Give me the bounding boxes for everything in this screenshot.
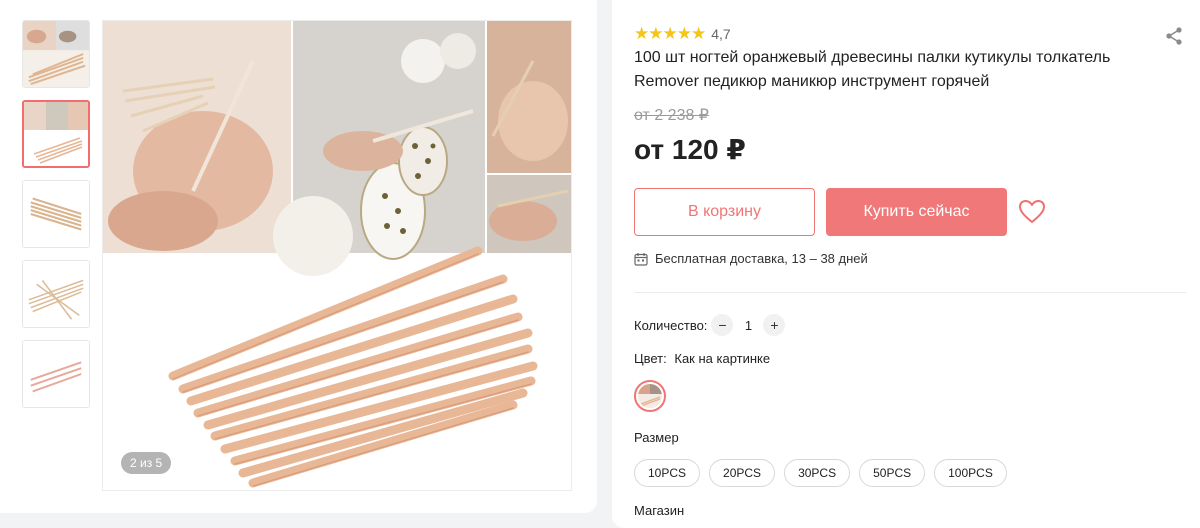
product-rating[interactable]: ★★★★★ 4,7 bbox=[634, 24, 731, 44]
color-label: Цвет: bbox=[634, 351, 667, 366]
thumbnail-2[interactable] bbox=[22, 100, 90, 168]
quantity-decrease-button[interactable]: − bbox=[711, 314, 734, 336]
size-option-50pcs[interactable]: 50PCS bbox=[859, 459, 926, 487]
product-gallery: 2 из 5 bbox=[0, 0, 597, 513]
product-title: 100 шт ногтей оранжевый древесины палки … bbox=[634, 49, 1111, 90]
thumbnail-4[interactable] bbox=[22, 260, 90, 328]
buy-now-button[interactable]: Купить сейчас bbox=[826, 188, 1007, 236]
divider bbox=[634, 292, 1186, 293]
heart-icon[interactable] bbox=[1018, 199, 1046, 225]
size-option-30pcs[interactable]: 30PCS bbox=[784, 459, 851, 487]
delivery-text: Бесплатная доставка, 13 – 38 дней bbox=[655, 251, 868, 266]
color-value: Как на картинке bbox=[674, 351, 771, 366]
add-to-cart-button[interactable]: В корзину bbox=[634, 188, 815, 236]
thumbnail-list bbox=[22, 20, 92, 420]
quantity-label: Количество: bbox=[634, 317, 708, 333]
size-option-10pcs[interactable]: 10PCS bbox=[634, 459, 701, 487]
thumbnail-3[interactable] bbox=[22, 180, 90, 248]
share-icon[interactable] bbox=[1164, 26, 1184, 46]
quantity-stepper: Количество: − 1 + bbox=[634, 314, 786, 336]
old-price: от 2 238 ₽ bbox=[634, 107, 709, 124]
current-price: от 120 ₽ bbox=[634, 134, 746, 165]
size-option-20pcs[interactable]: 20PCS bbox=[709, 459, 776, 487]
image-counter: 2 из 5 bbox=[121, 452, 172, 474]
rating-stars-icon: ★★★★★ bbox=[634, 24, 706, 43]
color-selector: Цвет: Как на картинке bbox=[634, 351, 770, 366]
thumbnail-5[interactable] bbox=[22, 340, 90, 408]
quantity-value[interactable]: 1 bbox=[733, 318, 763, 333]
color-swatch[interactable] bbox=[634, 380, 666, 412]
thumbnail-1[interactable] bbox=[22, 20, 90, 88]
rating-value: 4,7 bbox=[711, 26, 731, 42]
size-label: Размер bbox=[634, 430, 679, 445]
shop-label: Магазин bbox=[634, 503, 685, 518]
calendar-icon bbox=[634, 252, 648, 266]
size-option-100pcs[interactable]: 100PCS bbox=[934, 459, 1007, 487]
delivery-info: Бесплатная доставка, 13 – 38 дней bbox=[634, 251, 868, 266]
quantity-increase-button[interactable]: + bbox=[763, 314, 786, 336]
size-options: 10PCS 20PCS 30PCS 50PCS 100PCS bbox=[634, 459, 1016, 487]
main-product-image[interactable]: 2 из 5 bbox=[102, 20, 572, 491]
product-info-panel: ★★★★★ 4,7 100 шт ногтей оранжевый древес… bbox=[612, 0, 1200, 528]
